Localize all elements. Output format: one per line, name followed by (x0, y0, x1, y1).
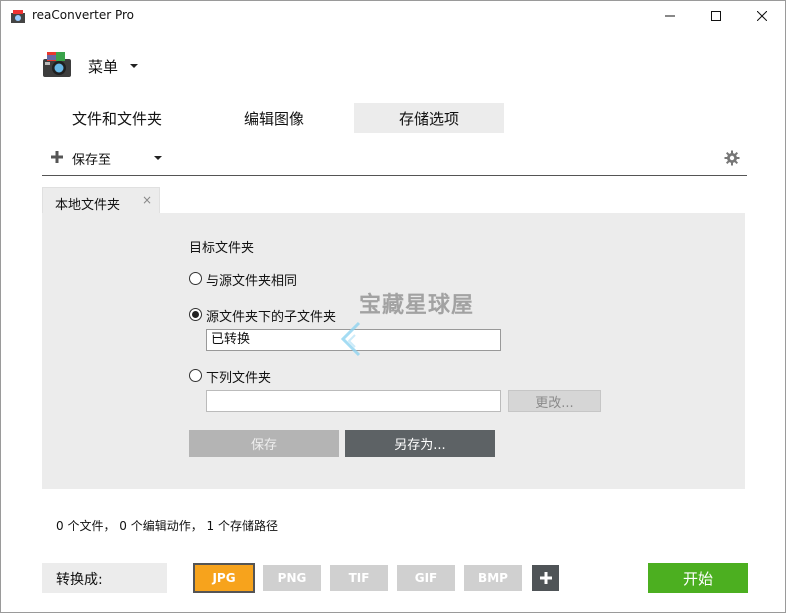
format-png-button[interactable]: PNG (263, 565, 321, 591)
start-button[interactable]: 开始 (648, 563, 748, 593)
maximize-button[interactable] (693, 1, 739, 31)
radio-following-folder-label[interactable]: 下列文件夹 (206, 367, 271, 386)
close-icon (757, 11, 767, 21)
menu-button-label[interactable]: 菜单 (88, 56, 118, 77)
radio-subfolder[interactable] (189, 308, 202, 321)
minimize-icon (665, 15, 675, 17)
radio-following-folder[interactable] (189, 369, 202, 382)
add-format-button[interactable] (532, 565, 559, 591)
watermark-logo-icon (340, 321, 361, 357)
plus-icon (539, 572, 552, 584)
convert-to-box: 转换成: (42, 563, 167, 593)
close-button[interactable] (739, 1, 785, 31)
save-to-caret-icon[interactable] (154, 156, 162, 160)
tab-local-folder[interactable]: 本地文件夹 × (42, 187, 160, 215)
save-button[interactable]: 保存 (189, 430, 339, 457)
app-window: reaConverter Pro 菜单 文件和文件夹 编辑图像 存储选项 保存至 (0, 0, 786, 613)
close-tab-icon[interactable]: × (142, 193, 152, 207)
watermark-text: 宝藏星球屋 (359, 293, 475, 318)
menu-caret-icon[interactable] (130, 64, 138, 68)
tab-saving-options[interactable]: 存储选项 (354, 103, 504, 133)
radio-same-as-source-label[interactable]: 与源文件夹相同 (206, 270, 297, 289)
radio-same-as-source[interactable] (189, 272, 202, 285)
tab-local-folder-label: 本地文件夹 (55, 198, 121, 213)
window-title: reaConverter Pro (32, 8, 135, 22)
format-jpg-button[interactable]: JPG (193, 563, 255, 593)
camera-logo-icon[interactable] (41, 49, 73, 81)
app-icon (11, 10, 25, 23)
title-bar: reaConverter Pro (1, 1, 785, 31)
toolbar-divider (42, 175, 747, 176)
plus-icon[interactable] (50, 150, 64, 164)
destination-folder-heading: 目标文件夹 (189, 241, 255, 256)
change-folder-button[interactable]: 更改... (508, 390, 601, 412)
minimize-button[interactable] (647, 1, 693, 31)
gear-icon[interactable] (724, 150, 740, 166)
save-as-button[interactable]: 另存为... (345, 430, 495, 457)
maximize-icon (711, 11, 721, 21)
format-bmp-button[interactable]: BMP (464, 565, 522, 591)
radio-subfolder-label[interactable]: 源文件夹下的子文件夹 (206, 306, 336, 325)
format-tif-button[interactable]: TIF (330, 565, 388, 591)
folder-path-input[interactable] (206, 390, 501, 412)
tab-edit-images[interactable]: 编辑图像 (199, 103, 349, 133)
tab-files-and-folders[interactable]: 文件和文件夹 (42, 103, 192, 133)
convert-to-label: 转换成: (56, 572, 103, 588)
format-gif-button[interactable]: GIF (397, 565, 455, 591)
save-to-button[interactable]: 保存至 (72, 149, 111, 168)
status-summary: 0 个文件， 0 个编辑动作， 1 个存储路径 (56, 519, 278, 533)
